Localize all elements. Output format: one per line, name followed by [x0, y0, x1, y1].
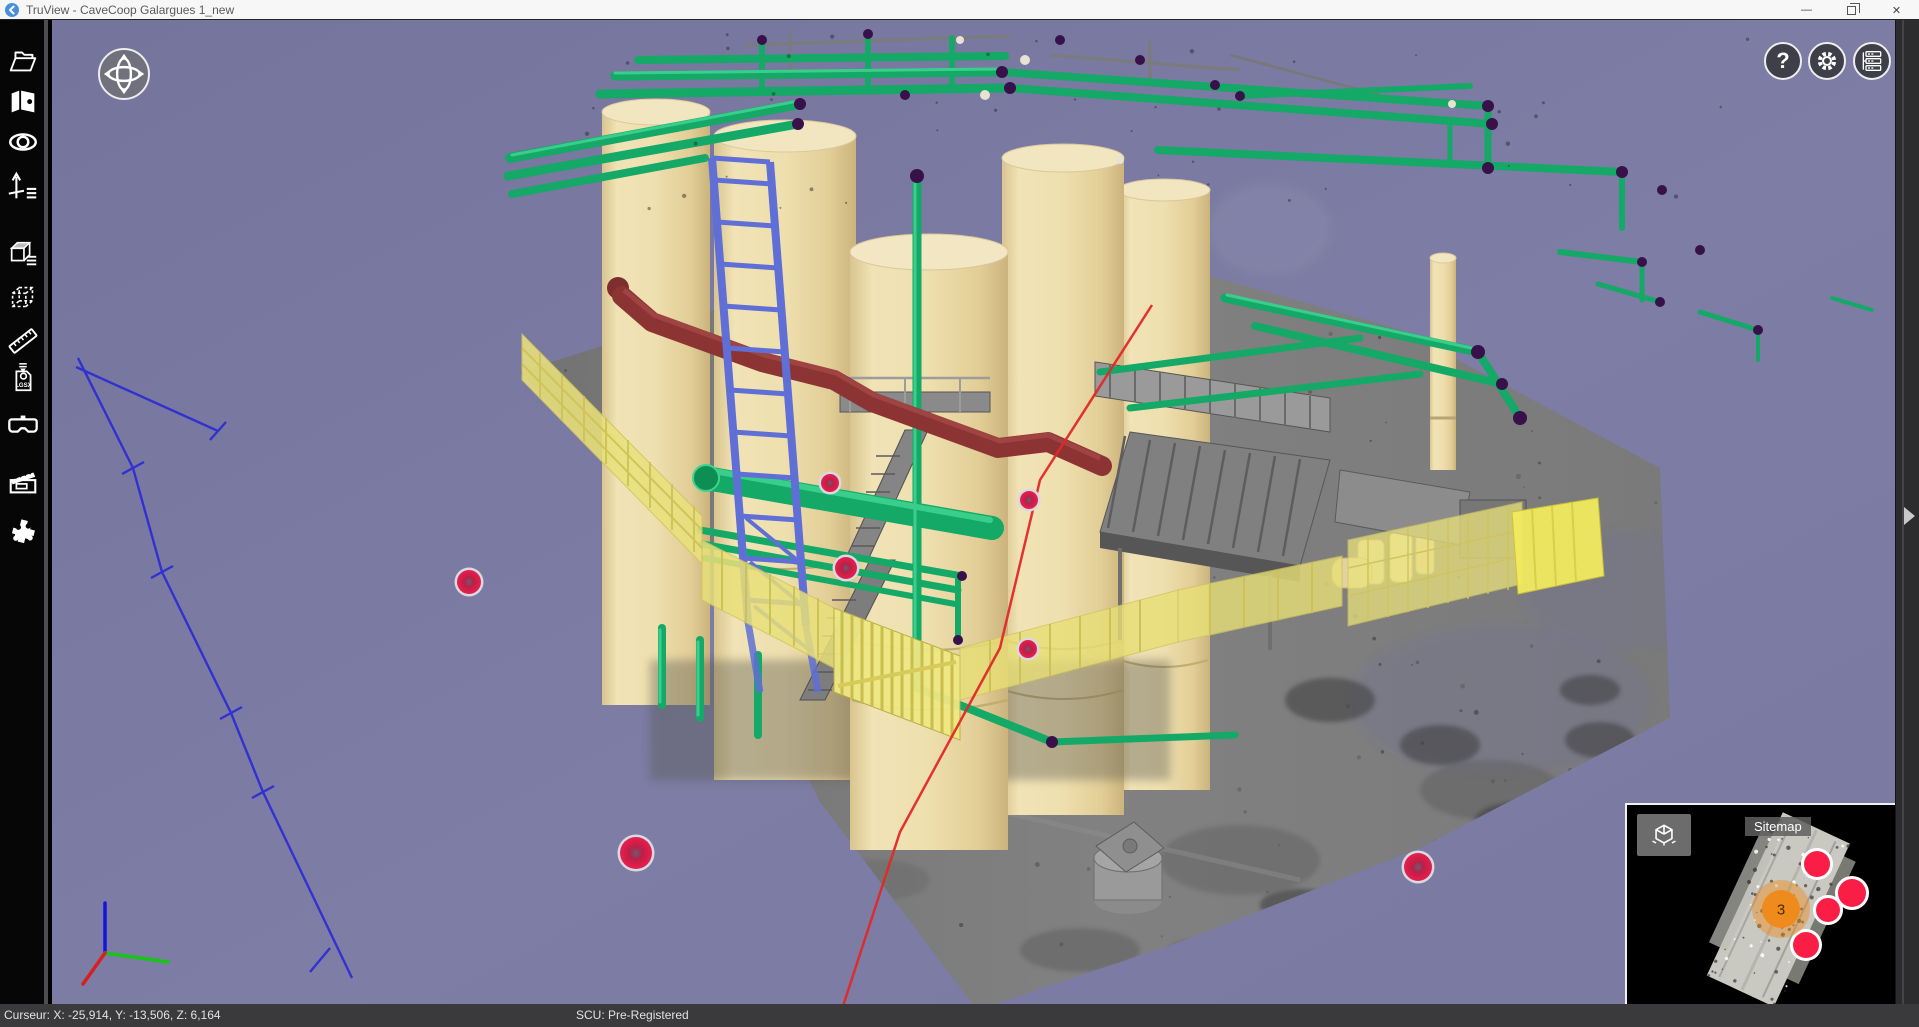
- svg-text:LGSX: LGSX: [15, 383, 31, 389]
- cursor-coordinates: Curseur: X: -25,914, Y: -13,506, Z: 6,16…: [4, 1008, 221, 1022]
- restore-button[interactable]: [1829, 0, 1874, 20]
- export-lgsx-button[interactable]: LGSX: [4, 359, 42, 397]
- expand-panel-arrow[interactable]: [1904, 507, 1915, 525]
- sitemap-panel[interactable]: 3 Sitemap: [1625, 803, 1895, 1004]
- puzzle-icon: [6, 513, 40, 547]
- right-panel-rail: [1895, 20, 1919, 1004]
- truview-window: TruView - CaveCoop Galargues 1_new — ✕: [0, 0, 1919, 1027]
- sitemap-scan-marker[interactable]: [1793, 932, 1819, 958]
- question-mark-icon: ?: [1776, 48, 1789, 74]
- scene-stack-icon: [1860, 49, 1884, 73]
- status-bar: Curseur: X: -25,914, Y: -13,506, Z: 6,16…: [0, 1004, 1919, 1027]
- iso-cube-icon: [1649, 820, 1679, 850]
- truview-logo-icon: [5, 3, 19, 17]
- vr-headset-icon: [6, 408, 40, 442]
- dashed-cube-icon: [6, 281, 40, 315]
- current-position-label: 3: [1777, 902, 1785, 919]
- scan-marker[interactable]: [821, 474, 839, 492]
- panorama-map-icon: [6, 85, 40, 119]
- visibility-button[interactable]: [4, 123, 42, 161]
- scan-marker[interactable]: [1020, 491, 1038, 509]
- vr-mode-button[interactable]: [4, 406, 42, 444]
- measure-button[interactable]: [4, 322, 42, 360]
- scan-marker[interactable]: [835, 557, 857, 579]
- scan-marker[interactable]: [620, 837, 652, 869]
- silo: [602, 99, 710, 705]
- scan-marker[interactable]: [1019, 640, 1037, 658]
- orbit-navigation-icon: [102, 52, 146, 96]
- cube-list-icon: [6, 236, 40, 270]
- settings-button[interactable]: [1808, 42, 1846, 80]
- cube-views-button[interactable]: [4, 234, 42, 272]
- sitemap-title: Sitemap: [1745, 817, 1811, 836]
- restore-icon: [1847, 6, 1856, 15]
- elevation-views-button[interactable]: [4, 168, 42, 206]
- open-project-button[interactable]: [4, 42, 42, 80]
- help-button[interactable]: ?: [1764, 42, 1802, 80]
- title-bar: TruView - CaveCoop Galargues 1_new — ✕: [0, 0, 1919, 20]
- point-cloud-viewport[interactable]: 3 Sitemap: [52, 20, 1895, 1004]
- open-folder-icon: [6, 44, 40, 78]
- elevation-axis-icon: [6, 170, 40, 204]
- panorama-view-button[interactable]: [4, 83, 42, 121]
- clip-box-button[interactable]: [4, 279, 42, 317]
- settings-gear-icon: [1814, 48, 1840, 74]
- orbit-navigation-button[interactable]: [98, 48, 150, 100]
- sitemap-home-view-button[interactable]: [1637, 814, 1691, 856]
- close-button[interactable]: ✕: [1874, 0, 1919, 20]
- left-toolbar: LGSX: [0, 20, 48, 1004]
- scu-status: SCU: Pre-Registered: [576, 1008, 689, 1022]
- point-cloud-scene[interactable]: [52, 20, 1895, 1004]
- lgsx-download-icon: LGSX: [6, 361, 40, 395]
- eye-icon: [6, 125, 40, 159]
- scan-marker[interactable]: [457, 570, 481, 594]
- ruler-icon: [6, 324, 40, 358]
- sitemap-scan-marker[interactable]: [1816, 898, 1840, 922]
- minimize-button[interactable]: —: [1784, 0, 1829, 20]
- scan-marker[interactable]: [1404, 853, 1432, 881]
- stack-cylinder: [1430, 253, 1456, 470]
- window-title: TruView - CaveCoop Galargues 1_new: [26, 3, 234, 17]
- sitemap-scan-marker[interactable]: [1804, 851, 1830, 877]
- scan-haze: [1208, 184, 1332, 276]
- clapperboard-icon: [6, 465, 40, 499]
- plugins-button[interactable]: [4, 511, 42, 549]
- scene-list-button[interactable]: [1853, 42, 1891, 80]
- animation-button[interactable]: [4, 463, 42, 501]
- sitemap-scan-marker[interactable]: [1838, 879, 1866, 907]
